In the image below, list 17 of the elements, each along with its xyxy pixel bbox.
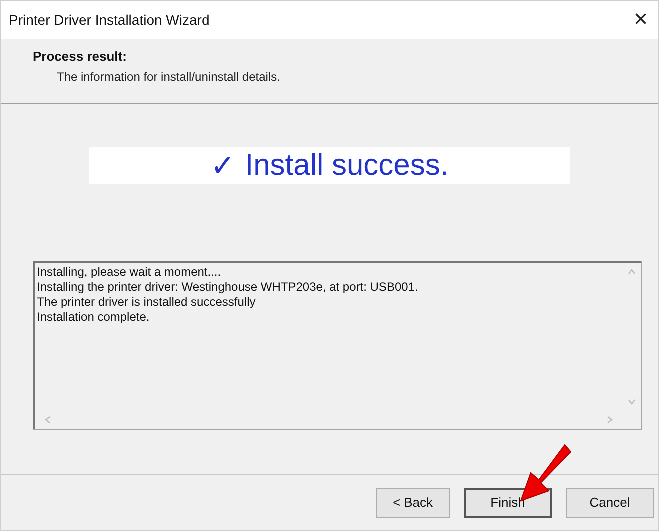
wizard-button[interactable]: < Back xyxy=(376,488,450,518)
close-button[interactable]: × xyxy=(628,8,654,32)
log-line: Installation complete. xyxy=(37,310,151,325)
scroll-down-icon[interactable] xyxy=(627,397,637,407)
status-text: Install success. xyxy=(245,148,449,182)
check-mark: ✓ xyxy=(210,148,236,184)
scroll-left-icon[interactable] xyxy=(43,415,53,425)
log-line: Installing, please wait a moment.... xyxy=(37,265,222,280)
wizard-button[interactable]: Cancel xyxy=(566,488,654,518)
wizard-button[interactable]: Finish xyxy=(464,488,552,518)
log-line: Installing the printer driver: Westinghouse WHTP203e, at port: USB001. xyxy=(37,280,420,295)
log-line: The printer driver is installed successfully xyxy=(37,295,257,310)
scroll-up-icon[interactable] xyxy=(627,267,637,277)
section-subtitle: The information for install/uninstall details. xyxy=(56,70,282,84)
scroll-right-icon[interactable] xyxy=(605,415,615,425)
section-title: Process result: xyxy=(33,49,128,64)
window-title: Printer Driver Installation Wizard xyxy=(9,12,210,28)
